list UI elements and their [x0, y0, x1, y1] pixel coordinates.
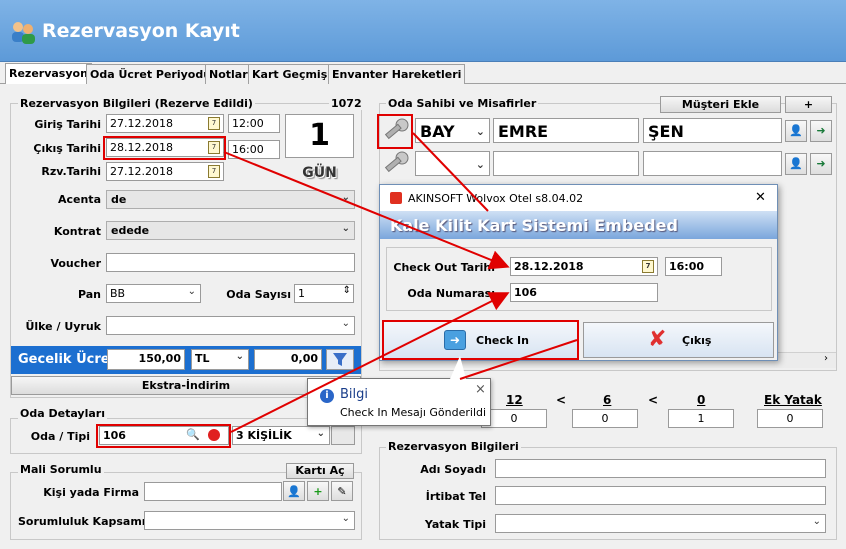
annotation-arrows: [223, 132, 578, 433]
